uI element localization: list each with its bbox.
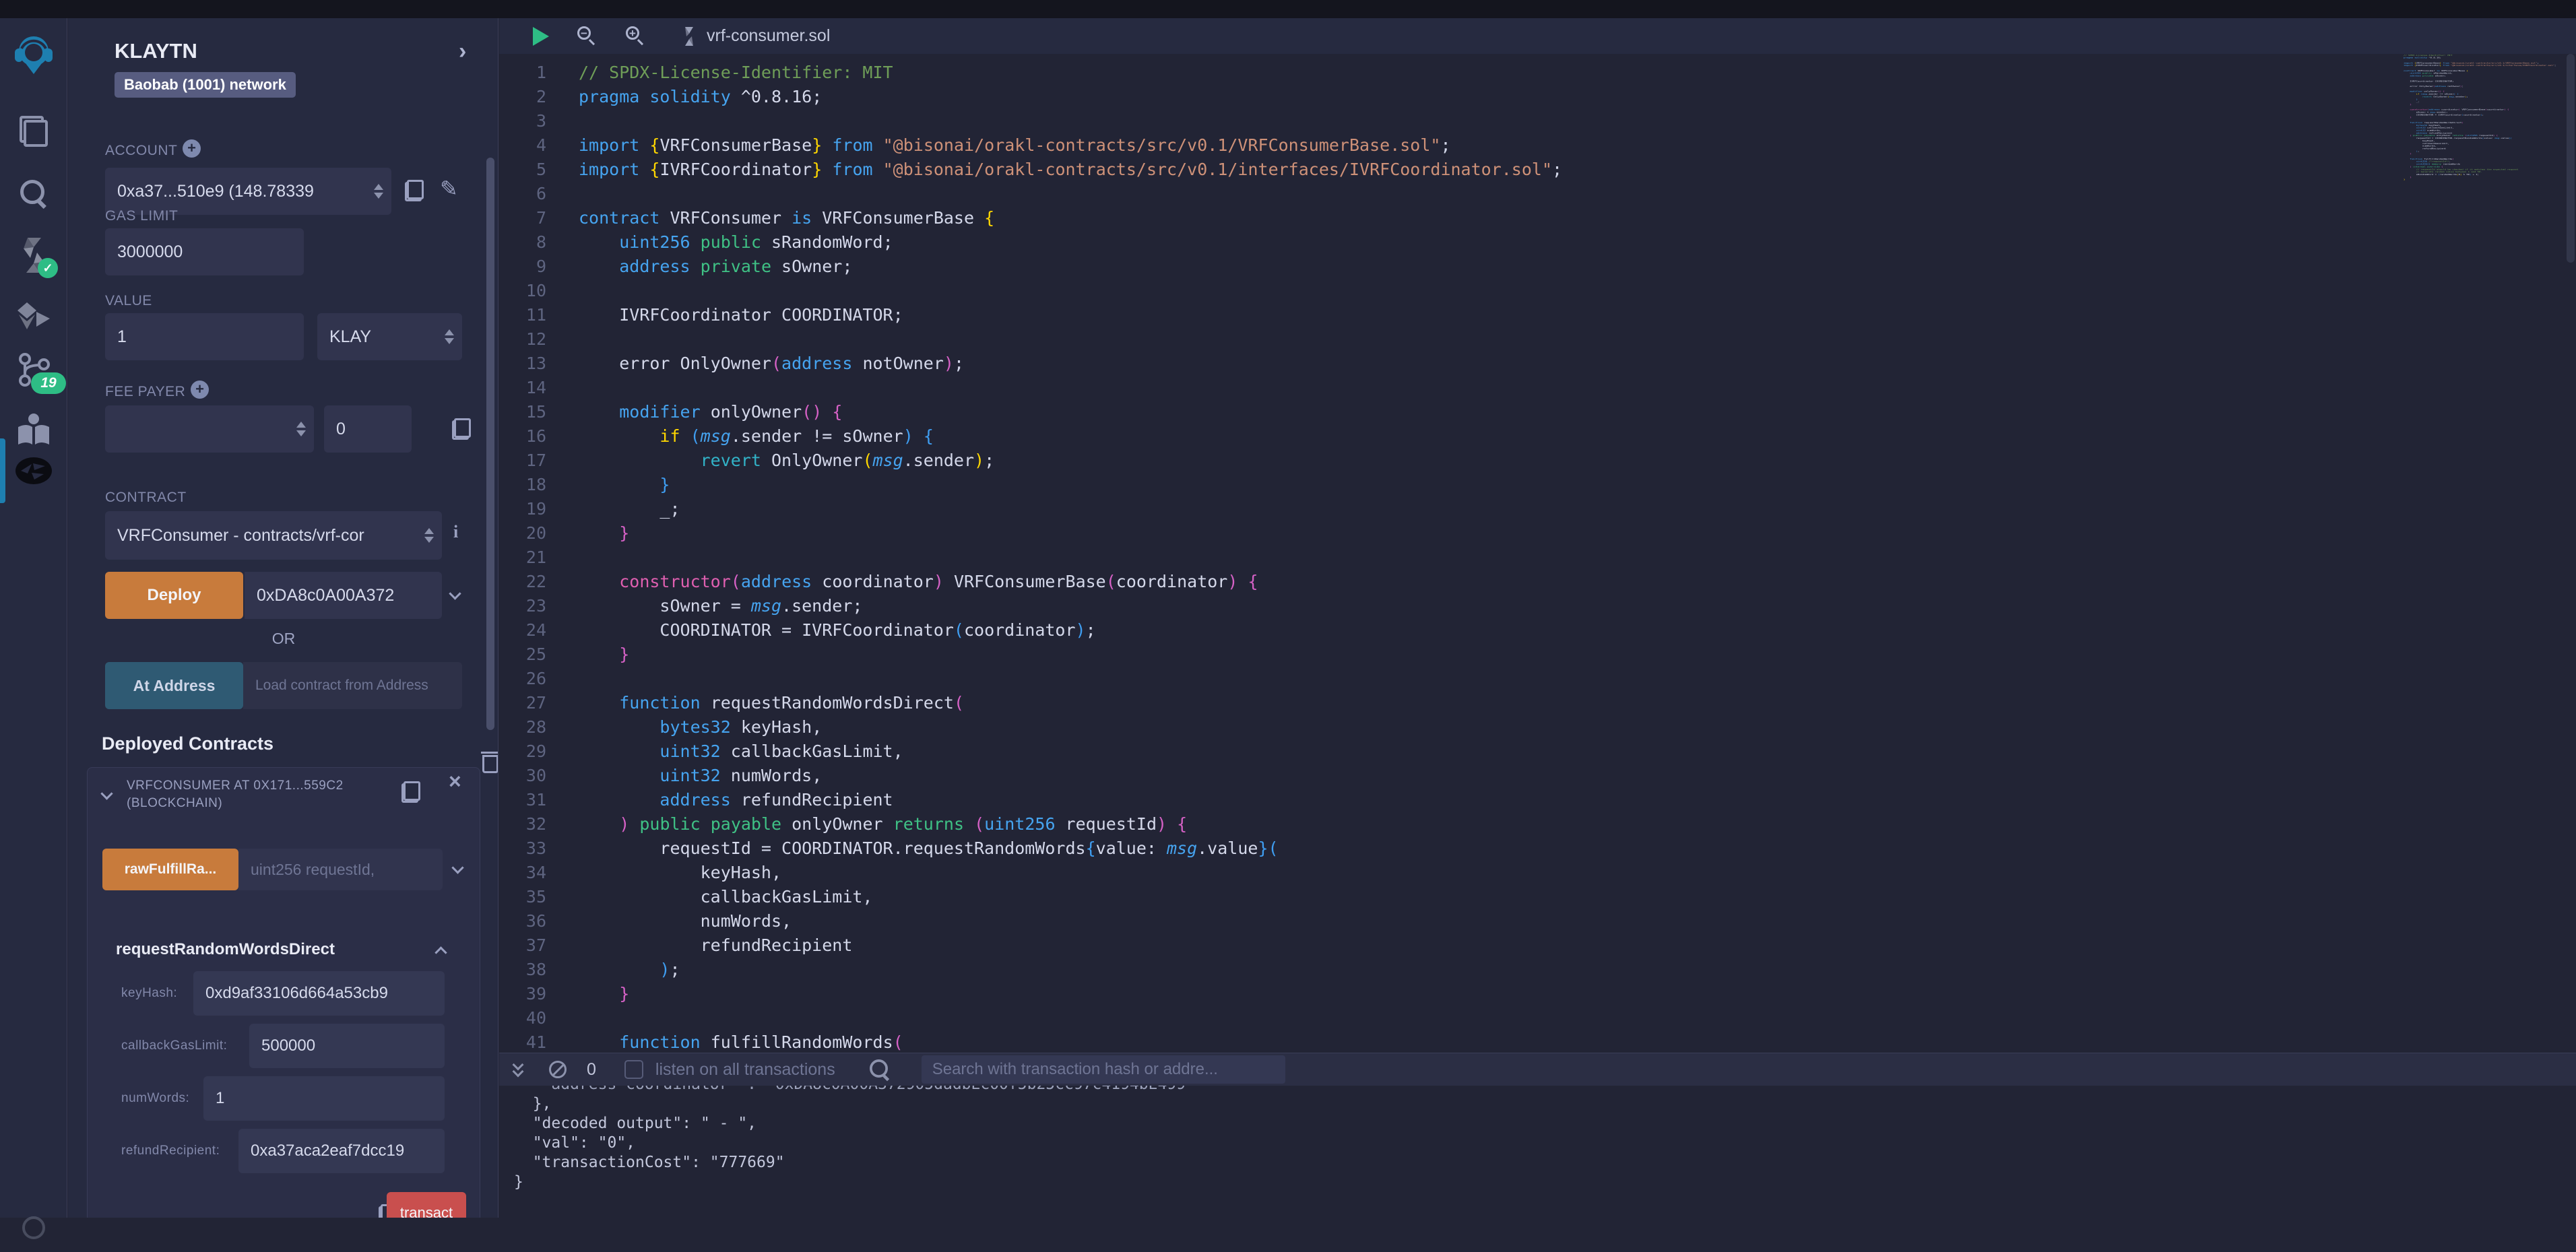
account-label: ACCOUNT xyxy=(105,143,177,159)
git-count-badge: 19 xyxy=(31,372,66,394)
raw-fulfill-button[interactable]: rawFulfillRa... xyxy=(102,849,238,890)
code-lines: 1// SPDX-License-Identifier: MIT2pragma … xyxy=(499,54,2576,1053)
minimap[interactable]: // SPDX-License-Identifier: MITpragma so… xyxy=(2404,54,2564,256)
function-args: keyHash: 0xd9af33106d664a53cb9 callbackGas… xyxy=(88,970,481,1218)
gas-limit-label: GAS LIMIT xyxy=(105,208,178,224)
at-address-button[interactable]: At Address xyxy=(105,662,243,709)
arg-row: numWords: 1 xyxy=(88,1075,481,1122)
contract-info-icon[interactable]: i xyxy=(453,522,458,542)
value-input[interactable]: 1 xyxy=(105,313,304,360)
deploy-expand-icon[interactable] xyxy=(449,587,461,599)
terminal-search-icon xyxy=(868,1059,891,1081)
deployed-contracts-title: Deployed Contracts xyxy=(102,733,273,754)
window-top-strip xyxy=(0,0,2576,18)
add-fee-payer-icon[interactable]: + xyxy=(191,381,209,399)
fee-ratio-input[interactable]: 0 xyxy=(324,405,412,453)
listen-transactions-label: listen on all transactions xyxy=(655,1060,835,1080)
listen-transactions-checkbox[interactable] xyxy=(624,1060,643,1079)
copy-instance-address-icon[interactable] xyxy=(401,781,420,803)
ethereum-deploy-icon xyxy=(16,302,51,335)
panel-collapse-icon[interactable]: › xyxy=(459,38,466,65)
select-spinner-icon xyxy=(424,527,434,544)
clear-console-icon[interactable] xyxy=(549,1061,567,1078)
transact-button[interactable]: transact xyxy=(387,1192,466,1218)
or-divider-label: OR xyxy=(68,630,498,648)
add-account-icon[interactable]: + xyxy=(183,139,201,158)
select-spinner-icon xyxy=(374,183,383,200)
solidity-file-icon xyxy=(681,26,697,46)
raw-fulfill-expand-icon[interactable] xyxy=(451,861,463,874)
fee-payer-label: FEE PAYER xyxy=(105,384,185,400)
zoom-in-icon[interactable]: + xyxy=(626,26,646,46)
raw-fulfill-input[interactable]: uint256 requestId, xyxy=(238,849,443,890)
arg-label: refundRecipient: xyxy=(121,1144,220,1158)
headphones-pin-icon xyxy=(13,34,54,75)
panel-scrollbar[interactable] xyxy=(486,158,494,730)
network-badge: Baobab (1001) network xyxy=(115,72,296,98)
terminal-toolbar: 0 listen on all transactions Search with… xyxy=(499,1053,2576,1086)
zoom-out-icon[interactable]: − xyxy=(577,26,598,46)
arg-label: callbackGasLimit: xyxy=(121,1039,227,1053)
arg-row: callbackGasLimit: 500000 xyxy=(88,1022,481,1069)
file-explorer-icon[interactable] xyxy=(0,107,67,156)
klaytn-tab-icon[interactable] xyxy=(0,447,67,495)
sign-message-icon[interactable]: ✎ xyxy=(440,176,458,201)
book-reader-icon xyxy=(15,414,52,447)
value-label: VALUE xyxy=(105,293,152,309)
copy-account-icon[interactable] xyxy=(405,180,424,201)
arg-input[interactable]: 500000 xyxy=(249,1024,445,1068)
code-text-area[interactable]: 1// SPDX-License-Identifier: MIT2pragma … xyxy=(499,54,2576,1053)
contract-select[interactable]: VRFConsumer - contracts/vrf-cor xyxy=(105,511,442,560)
git-plugin-icon[interactable]: 19 xyxy=(0,345,67,394)
klaytn-k-logo-icon xyxy=(14,453,53,489)
code-editor: − + vrf-consumer.sol 1// SPDX-License-Id… xyxy=(499,18,2576,1053)
settings-gear-icon[interactable] xyxy=(0,1204,67,1252)
klaytn-plugin-panel: KLAYTN › Baobab (1001) network ACCOUNT +… xyxy=(68,18,498,1218)
contract-instance-card: VRFCONSUMER AT 0X171...559C2 (BLOCKCHAIN… xyxy=(87,767,480,1218)
arg-input[interactable]: 0xd9af33106d664a53cb9 xyxy=(193,971,445,1016)
editor-scrollbar[interactable] xyxy=(2567,54,2575,263)
terminal-search-input[interactable]: Search with transaction hash or addre... xyxy=(922,1055,1285,1084)
contract-label: CONTRACT xyxy=(105,490,187,506)
instance-title: VRFCONSUMER AT 0X171...559C2 (BLOCKCHAIN… xyxy=(127,777,396,812)
instance-expand-icon[interactable] xyxy=(100,787,112,799)
fee-payer-select[interactable] xyxy=(105,405,314,453)
editor-toolbar: − + vrf-consumer.sol xyxy=(499,18,2576,54)
compiler-success-badge: ✓ xyxy=(38,258,58,278)
at-address-input[interactable]: Load contract from Address xyxy=(243,662,462,709)
value-unit-select[interactable]: KLAY xyxy=(317,313,462,360)
function-collapse-icon[interactable] xyxy=(434,946,447,958)
deploy-run-icon[interactable] xyxy=(0,294,67,343)
solidity-compiler-icon[interactable]: ✓ xyxy=(0,231,67,279)
terminal-panel: 0 listen on all transactions Search with… xyxy=(499,1053,2576,1218)
pending-tx-count: 0 xyxy=(587,1060,596,1080)
copy-fee-payer-icon[interactable] xyxy=(452,418,471,440)
file-tab[interactable]: vrf-consumer.sol xyxy=(707,26,830,46)
deploy-button[interactable]: Deploy xyxy=(105,572,243,619)
deploy-arg-input[interactable]: 0xDA8c0A00A372 xyxy=(245,572,442,619)
plugin-title: KLAYTN xyxy=(115,39,197,63)
function-title: requestRandomWordsDirect xyxy=(116,940,335,959)
terminal-output[interactable]: address coordinator" : "0xDA8c0A00A37290… xyxy=(514,1086,2576,1218)
klaytn-plugin-logo-icon[interactable] xyxy=(0,30,67,79)
activity-bar: ✓ 19 xyxy=(0,18,67,1218)
arg-input[interactable]: 0xa37aca2eaf7dcc19 xyxy=(238,1129,445,1173)
select-spinner-icon xyxy=(445,328,454,345)
arg-label: keyHash: xyxy=(121,986,177,1001)
remove-instance-icon[interactable]: × xyxy=(449,769,461,794)
arg-row: keyHash: 0xd9af33106d664a53cb9 xyxy=(88,970,481,1017)
run-script-icon[interactable] xyxy=(533,27,549,46)
arg-label: numWords: xyxy=(121,1091,189,1106)
select-spinner-icon xyxy=(296,420,306,438)
arg-input[interactable]: 1 xyxy=(203,1076,445,1121)
search-icon[interactable] xyxy=(0,169,67,218)
arg-row: refundRecipient: 0xa37aca2eaf7dcc19 xyxy=(88,1127,481,1175)
gas-limit-input[interactable]: 3000000 xyxy=(105,228,304,275)
expand-terminal-icon[interactable] xyxy=(513,1061,526,1078)
